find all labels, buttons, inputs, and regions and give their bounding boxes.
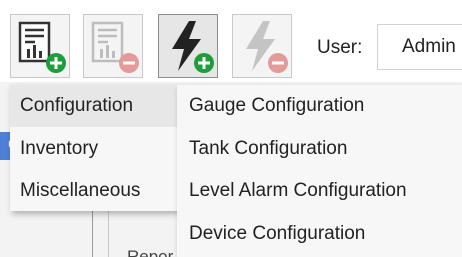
configuration-submenu: Gauge Configuration Tank Configuration L… xyxy=(177,85,462,257)
app-window: oup Repor xyxy=(0,0,462,257)
remove-report-button[interactable] xyxy=(83,14,143,78)
submenu-item-gauge-configuration[interactable]: Gauge Configuration xyxy=(177,85,462,127)
menu-item-configuration[interactable]: Configuration xyxy=(10,85,178,127)
report-add-icon xyxy=(18,21,66,73)
lightning-add-icon xyxy=(172,21,214,73)
report-remove-icon xyxy=(91,21,139,73)
report-label: Repor xyxy=(127,247,174,257)
submenu-item-tank-configuration[interactable]: Tank Configuration xyxy=(177,128,462,170)
remove-device-button[interactable] xyxy=(232,14,292,78)
menu-item-inventory[interactable]: Inventory xyxy=(10,128,178,170)
user-select[interactable]: Admin xyxy=(377,24,462,70)
submenu-item-level-alarm-configuration[interactable]: Level Alarm Configuration xyxy=(177,170,462,212)
dropdown-menu: Configuration Inventory Miscellaneous xyxy=(10,85,178,211)
add-report-button[interactable] xyxy=(10,14,70,78)
menu-item-miscellaneous[interactable]: Miscellaneous xyxy=(10,170,178,212)
lightning-remove-icon xyxy=(246,21,288,73)
toolbar: User: Admin xyxy=(0,0,462,82)
submenu-item-device-configuration[interactable]: Device Configuration xyxy=(177,213,462,255)
add-device-button[interactable] xyxy=(158,14,218,78)
user-label: User: xyxy=(317,37,363,58)
